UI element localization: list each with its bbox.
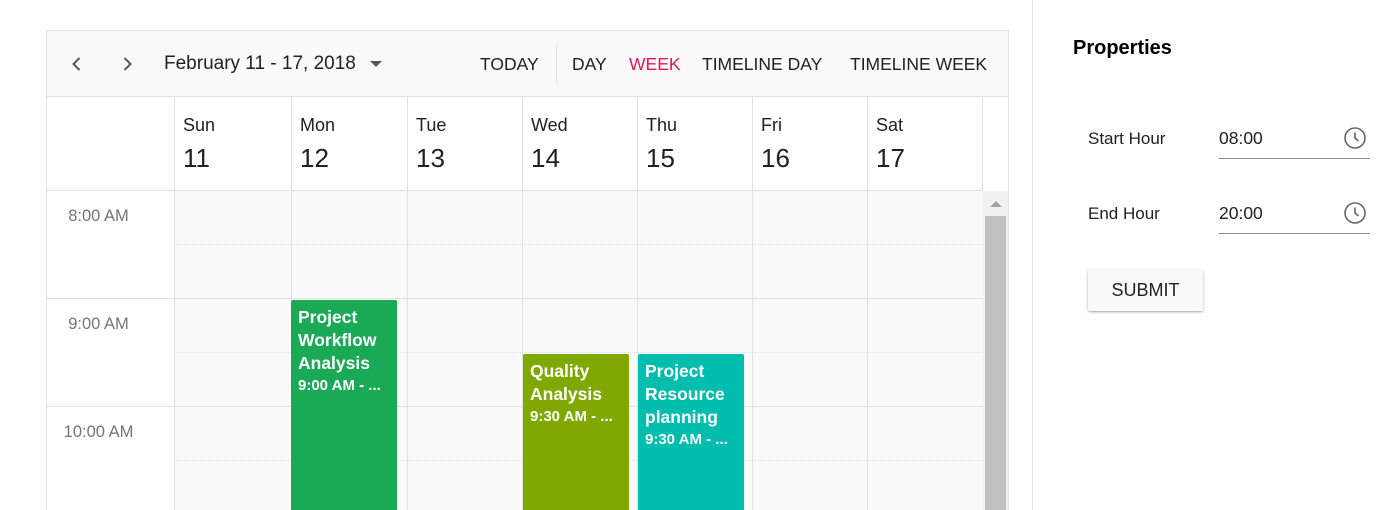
toolbar-separator [556, 45, 557, 83]
time-column: 8:00 AM 9:00 AM 10:00 AM [47, 191, 174, 510]
time-divider [47, 298, 174, 299]
day-header-tue[interactable]: Tue 13 [407, 97, 522, 191]
view-day-button[interactable]: DAY [572, 54, 607, 75]
end-hour-picker[interactable] [1219, 198, 1370, 234]
scheduler: February 11 - 17, 2018 TODAY DAY WEEK TI… [46, 30, 1009, 510]
header-right-border [982, 97, 983, 191]
header-corner [47, 97, 174, 191]
appointment-quality-analysis[interactable]: Quality Analysis 9:30 AM - ... [523, 354, 629, 510]
caret-down-icon [369, 61, 382, 67]
day-number: 14 [531, 143, 560, 173]
grid-half-hour-line [174, 244, 983, 245]
day-number: 15 [646, 143, 675, 173]
day-name: Sat [876, 115, 904, 135]
day-name: Mon [300, 115, 336, 135]
chevron-left-icon [72, 57, 81, 71]
time-label: 10:00 AM [63, 423, 134, 441]
schedule-body: 8:00 AM 9:00 AM 10:00 AM Project Workflo… [47, 191, 1008, 510]
appointment-subject: Project Workflow Analysis [298, 307, 377, 373]
day-number: 11 [183, 143, 210, 173]
vertical-scrollbar[interactable] [983, 191, 1008, 510]
properties-title: Properties [1073, 37, 1172, 59]
clock-icon[interactable] [1342, 125, 1368, 151]
scroll-up-arrow-icon[interactable] [990, 201, 1002, 207]
day-header-thu[interactable]: Thu 15 [637, 97, 752, 191]
grid-column-line [407, 191, 408, 510]
date-range-picker[interactable]: February 11 - 17, 2018 [164, 53, 382, 75]
next-button[interactable] [113, 50, 141, 78]
grid-column-line [174, 191, 175, 510]
time-label: 9:00 AM [68, 315, 129, 333]
day-name: Wed [531, 115, 568, 135]
day-name: Thu [646, 115, 678, 135]
start-hour-label: Start Hour [1088, 129, 1166, 148]
appointment-project-resource-planning[interactable]: Project Resource planning 9:30 AM - ... [638, 354, 744, 510]
day-number: 17 [876, 143, 905, 173]
view-timeline-week-button[interactable]: TIMELINE WEEK [850, 54, 987, 75]
day-header-fri[interactable]: Fri 16 [752, 97, 867, 191]
day-header-sun[interactable]: Sun 11 [174, 97, 289, 191]
scheduler-toolbar: February 11 - 17, 2018 TODAY DAY WEEK TI… [47, 31, 1008, 97]
previous-button[interactable] [63, 50, 91, 78]
scrollbar-thumb[interactable] [985, 216, 1006, 510]
view-timeline-day-button[interactable]: TIMELINE DAY [702, 54, 822, 75]
end-hour-input[interactable] [1219, 200, 1329, 226]
submit-button[interactable]: SUBMIT [1088, 270, 1203, 311]
day-header-wed[interactable]: Wed 14 [522, 97, 637, 191]
time-label: 8:00 AM [68, 207, 129, 225]
date-range-label: February 11 - 17, 2018 [164, 53, 356, 74]
today-button[interactable]: TODAY [480, 54, 539, 75]
view-week-button[interactable]: WEEK [629, 54, 681, 75]
day-number: 12 [300, 143, 329, 173]
day-number: 13 [416, 143, 445, 173]
end-hour-label: End Hour [1088, 204, 1160, 223]
day-header-mon[interactable]: Mon 12 [291, 97, 406, 191]
appointment-time: 9:30 AM - ... [530, 408, 613, 425]
grid-hour-line [174, 298, 983, 299]
day-name: Tue [416, 115, 447, 135]
start-hour-picker[interactable] [1219, 123, 1370, 159]
panel-divider [1032, 0, 1033, 510]
day-name: Sun [183, 115, 216, 135]
appointment-time: 9:30 AM - ... [645, 431, 728, 448]
appointment-subject: Project Resource planning [645, 361, 725, 427]
time-divider [47, 406, 174, 407]
appointment-subject: Quality Analysis [530, 361, 602, 404]
appointment-time: 9:00 AM - ... [298, 377, 381, 394]
chevron-right-icon [123, 57, 132, 71]
day-number: 16 [761, 143, 790, 173]
clock-icon[interactable] [1342, 200, 1368, 226]
date-header-row: Sun 11 Mon 12 Tue 13 Wed 14 Thu 15 Fri 1… [47, 97, 1008, 191]
appointment-project-workflow-analysis[interactable]: Project Workflow Analysis 9:00 AM - ... [291, 300, 397, 510]
grid-column-line [752, 191, 753, 510]
work-cells-grid[interactable]: Project Workflow Analysis 9:00 AM - ... … [174, 191, 983, 510]
day-name: Fri [761, 115, 782, 135]
grid-column-line [867, 191, 868, 510]
start-hour-input[interactable] [1219, 125, 1329, 151]
day-header-sat[interactable]: Sat 17 [867, 97, 982, 191]
